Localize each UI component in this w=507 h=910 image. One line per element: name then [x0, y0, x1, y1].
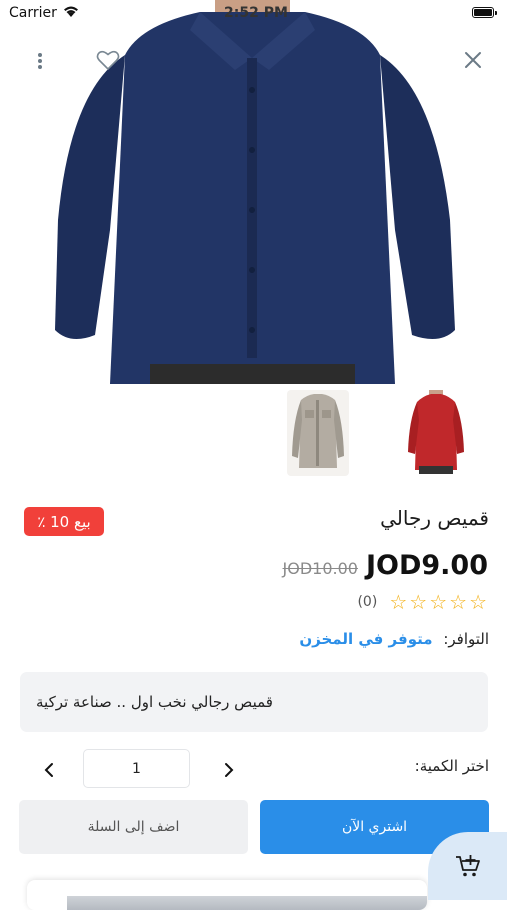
status-time: 2:52 PM — [224, 5, 288, 21]
old-price: JOD10.00 — [282, 559, 358, 578]
availability-value: متوفر في المخزن — [299, 630, 433, 648]
product-title: قميص رجالي — [380, 506, 489, 530]
heart-icon — [96, 50, 120, 71]
star-outline-icon: ☆ — [469, 590, 487, 614]
chevron-right-icon — [225, 763, 234, 777]
thumbnail-beige-shirt[interactable] — [287, 390, 349, 476]
close-icon — [465, 52, 481, 68]
availability: التوافر: متوفر في المخزن — [299, 630, 489, 648]
chevron-left-icon — [44, 763, 53, 777]
add-to-cart-icon — [455, 855, 480, 877]
wifi-icon — [62, 4, 80, 22]
more-options-button[interactable] — [25, 46, 55, 76]
availability-label: التوافر: — [443, 630, 489, 648]
beige-shirt-image — [292, 394, 344, 468]
close-button[interactable] — [458, 45, 488, 75]
related-product-image — [67, 896, 427, 910]
status-bar: Carrier 2:52 PM — [0, 0, 507, 28]
rating-count: (0) — [357, 594, 378, 610]
add-to-cart-button[interactable]: اضف إلى السلة — [19, 800, 248, 854]
current-price: JOD9.00 — [365, 550, 488, 581]
red-shirt-image — [408, 390, 464, 474]
star-outline-icon: ☆ — [429, 590, 448, 614]
rating-stars: ☆ ☆ ☆ ☆ ☆ — [389, 592, 487, 612]
carrier-label: Carrier — [9, 5, 57, 21]
quantity-input[interactable] — [83, 749, 190, 788]
star-outline-icon: ☆ — [389, 590, 408, 614]
quantity-decrease-button[interactable] — [34, 755, 64, 785]
product-description: قميص رجالي نخب اول .. صناعة تركية — [20, 672, 488, 732]
thumbnail-red-shirt[interactable] — [405, 390, 467, 476]
price-row: JOD10.00 JOD9.00 — [283, 550, 488, 581]
battery-icon — [472, 7, 497, 18]
quantity-label: اختر الكمية: — [414, 757, 489, 775]
rating-row: (0) ☆ ☆ ☆ ☆ ☆ — [357, 592, 487, 612]
product-main-image — [0, 0, 507, 384]
quantity-increase-button[interactable] — [214, 755, 244, 785]
favorite-button[interactable] — [93, 45, 123, 75]
star-outline-icon: ☆ — [409, 590, 428, 614]
navy-shirt-image — [55, 0, 455, 384]
sale-badge: بيع 10 ٪ — [24, 507, 104, 536]
related-product-card[interactable] — [27, 880, 427, 910]
star-outline-icon: ☆ — [449, 590, 468, 614]
floating-cart-button[interactable] — [428, 832, 507, 900]
more-vertical-icon — [38, 53, 42, 69]
